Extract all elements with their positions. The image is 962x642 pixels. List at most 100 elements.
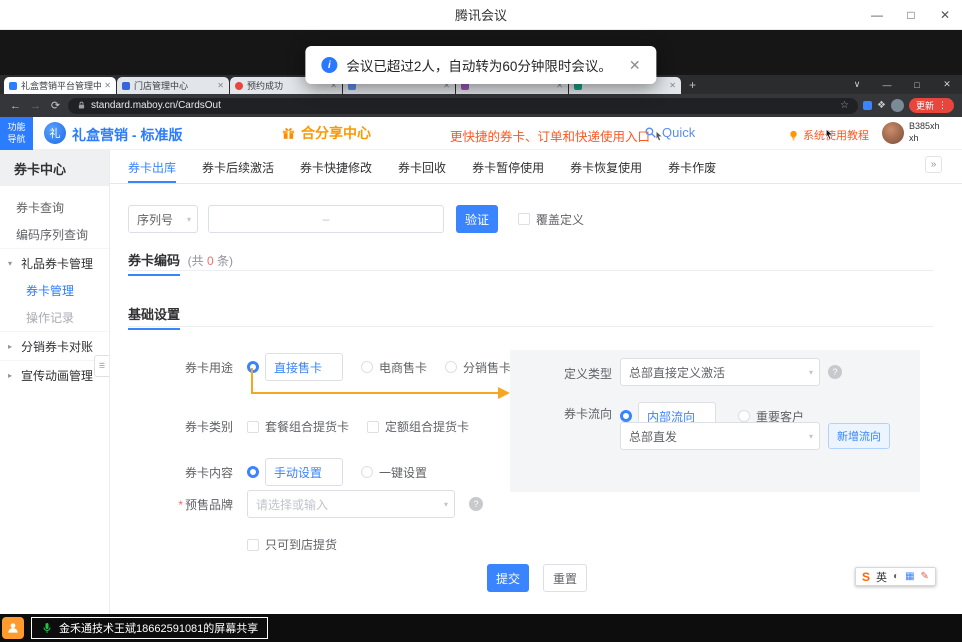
radio-off-icon	[361, 361, 373, 373]
radio-ecommerce-sale[interactable]: 电商售卡	[361, 359, 427, 376]
flow-value: 总部直发	[629, 428, 677, 445]
app-header: 功能 导航 礼 礼盒营销 - 标准版 合分享中心 更快捷的券卡、订单和快递使用入…	[0, 117, 962, 150]
ime-logo-icon[interactable]: S	[862, 570, 870, 584]
checkbox-icon	[518, 213, 530, 225]
tab-close-icon[interactable]: ✕	[104, 81, 111, 90]
checkbox-label: 套餐组合提货卡	[265, 418, 349, 435]
caret-right-icon: ▸	[8, 371, 17, 380]
sidebar-item-code-serial-query[interactable]: 编码序列查询	[0, 221, 109, 248]
serial-type-select[interactable]: 序列号 ▾	[128, 205, 198, 233]
radio-distribution-sale[interactable]: 分销售卡	[445, 359, 511, 376]
tab-close-icon[interactable]: ✕	[217, 81, 224, 90]
submit-button[interactable]: 提交	[487, 564, 529, 592]
tab-card-out[interactable]: 券卡出库	[128, 154, 176, 183]
tab-card-resume[interactable]: 券卡恢复使用	[570, 154, 642, 183]
browser-profile-avatar[interactable]	[891, 99, 904, 112]
basic-section-head: 基础设置	[128, 304, 180, 330]
checkbox-label: 只可到店提货	[265, 536, 337, 553]
share-label: 金禾通技术王斌18662591081的屏幕共享	[59, 620, 258, 636]
caret-right-icon: ▸	[8, 342, 17, 351]
tab-card-pause[interactable]: 券卡暂停使用	[472, 154, 544, 183]
serial-range-input[interactable]	[208, 205, 444, 233]
tab-card-void[interactable]: 券卡作废	[668, 154, 716, 183]
sidebar-item-card-query[interactable]: 券卡查询	[0, 194, 109, 221]
radio-label: 手动设置	[265, 458, 343, 486]
extensions-puzzle-icon[interactable]: ❖	[877, 100, 886, 111]
browser-tab[interactable]: 礼盒营销平台管理中心 ✕	[4, 77, 116, 94]
reset-button[interactable]: 重置	[543, 564, 587, 592]
checkbox-fixed-combo[interactable]: 定额组合提货卡	[367, 418, 469, 435]
window-title: 腾讯会议	[455, 5, 507, 24]
usage-row: 券卡用途 直接售卡 电商售卡	[110, 353, 511, 381]
add-flow-button[interactable]: 新增流向	[828, 423, 890, 449]
browser-tab[interactable]: 门店管理中心 ✕	[117, 77, 229, 94]
radio-direct-sale[interactable]: 直接售卡	[247, 353, 343, 381]
radio-manual-set[interactable]: 手动设置	[247, 458, 343, 486]
define-type-label: 定义类型	[514, 365, 612, 382]
tab-close-icon[interactable]: ✕	[669, 81, 676, 90]
user-names: B385xh xh	[909, 121, 940, 144]
share-center-link[interactable]: 合分享中心	[281, 123, 371, 143]
codes-count-suffix: 条)	[214, 254, 233, 268]
sidebar-collapse-handle[interactable]: ☰	[94, 355, 109, 377]
category-label: 券卡类别	[110, 418, 233, 435]
sidebar-group-gift-card[interactable]: ▾ 礼品券卡管理	[0, 248, 109, 277]
basic-section-title: 基础设置	[128, 304, 180, 330]
brand-label-text: 预售品牌	[185, 498, 233, 512]
browser-minimize-icon[interactable]: —	[872, 80, 902, 90]
close-icon[interactable]: ✕	[928, 0, 962, 29]
taskbar-app-icon[interactable]	[2, 617, 24, 639]
tab-search-icon[interactable]: ∨	[842, 79, 872, 90]
forward-icon[interactable]: →	[28, 100, 43, 112]
checkbox-icon	[367, 421, 379, 433]
verify-button[interactable]: 验证	[456, 205, 498, 233]
help-icon[interactable]: ?	[828, 365, 842, 379]
tab-card-activate[interactable]: 券卡后续激活	[202, 154, 274, 183]
banner-close-icon[interactable]: ✕	[629, 57, 641, 74]
radio-onekey-set[interactable]: 一键设置	[361, 464, 427, 481]
extension-icon[interactable]	[863, 101, 872, 110]
sidebar-group-promo-animation[interactable]: ▸ 宣传动画管理	[0, 360, 109, 389]
brand-placeholder: 请选择或输入	[256, 496, 328, 513]
tab-card-quick-edit[interactable]: 券卡快捷修改	[300, 154, 372, 183]
tab-card-recycle[interactable]: 券卡回收	[398, 154, 446, 183]
help-icon[interactable]: ?	[469, 497, 483, 511]
checkbox-package-combo[interactable]: 套餐组合提货卡	[247, 418, 349, 435]
ime-toolbar[interactable]: S 英 ◐ ▦ ✎	[855, 567, 936, 586]
refresh-icon[interactable]: ⟳	[48, 99, 63, 112]
radio-on-icon	[620, 410, 632, 422]
quick-search[interactable]: Quick	[644, 125, 695, 140]
bookmark-star-icon[interactable]: ☆	[840, 100, 849, 111]
screen-share-area: 礼盒营销平台管理中心 ✕ 门店管理中心 ✕ 预约成功 ✕ ✕	[0, 30, 962, 614]
radio-label: 分销售卡	[463, 359, 511, 376]
minimize-icon[interactable]: —	[860, 0, 894, 29]
promo-link[interactable]: 更快捷的券卡、订单和快递使用入口	[450, 126, 664, 145]
main-tabbar: 券卡出库 券卡后续激活 券卡快捷修改 券卡回收 券卡暂停使用 券卡恢复使用 券卡…	[110, 154, 962, 184]
radio-on-icon	[247, 361, 259, 373]
collapse-panel-button[interactable]: »	[925, 156, 942, 173]
sidebar-group-distribution[interactable]: ▸ 分销券卡对账	[0, 331, 109, 360]
checkbox-store-pickup-only[interactable]: 只可到店提货	[247, 536, 337, 553]
nav-toggle-button[interactable]: 功能 导航	[0, 117, 33, 150]
ime-tools-icon[interactable]: ✎	[921, 571, 929, 582]
mouse-cursor	[824, 127, 835, 146]
ime-keyboard-icon[interactable]: ▦	[905, 571, 914, 582]
brand-select[interactable]: 请选择或输入 ▾	[247, 490, 455, 518]
address-bar-input[interactable]: standard.maboy.cn/CardsOut ☆	[68, 98, 858, 114]
browser-close-icon[interactable]: ✕	[932, 79, 962, 90]
update-button[interactable]: 更新 ⋮	[909, 98, 954, 113]
checkbox-label: 定额组合提货卡	[385, 418, 469, 435]
maximize-icon[interactable]: □	[894, 0, 928, 29]
caret-down-icon: ▾	[8, 259, 17, 268]
back-icon[interactable]: ←	[8, 100, 23, 112]
sidebar-item-operation-log[interactable]: 操作记录	[0, 304, 109, 331]
user-menu[interactable]: B385xh xh	[882, 121, 940, 144]
new-tab-button[interactable]: +	[689, 78, 696, 92]
ime-halfwidth-icon[interactable]: ◐	[893, 571, 899, 582]
override-checkbox[interactable]: 覆盖定义	[518, 211, 584, 228]
sidebar-item-card-manage[interactable]: 券卡管理	[0, 277, 109, 304]
flow-select[interactable]: 总部直发 ▾	[620, 422, 820, 450]
define-type-select[interactable]: 总部直接定义激活 ▾	[620, 358, 820, 386]
ime-language-toggle[interactable]: 英	[876, 569, 887, 585]
browser-maximize-icon[interactable]: □	[902, 80, 932, 90]
